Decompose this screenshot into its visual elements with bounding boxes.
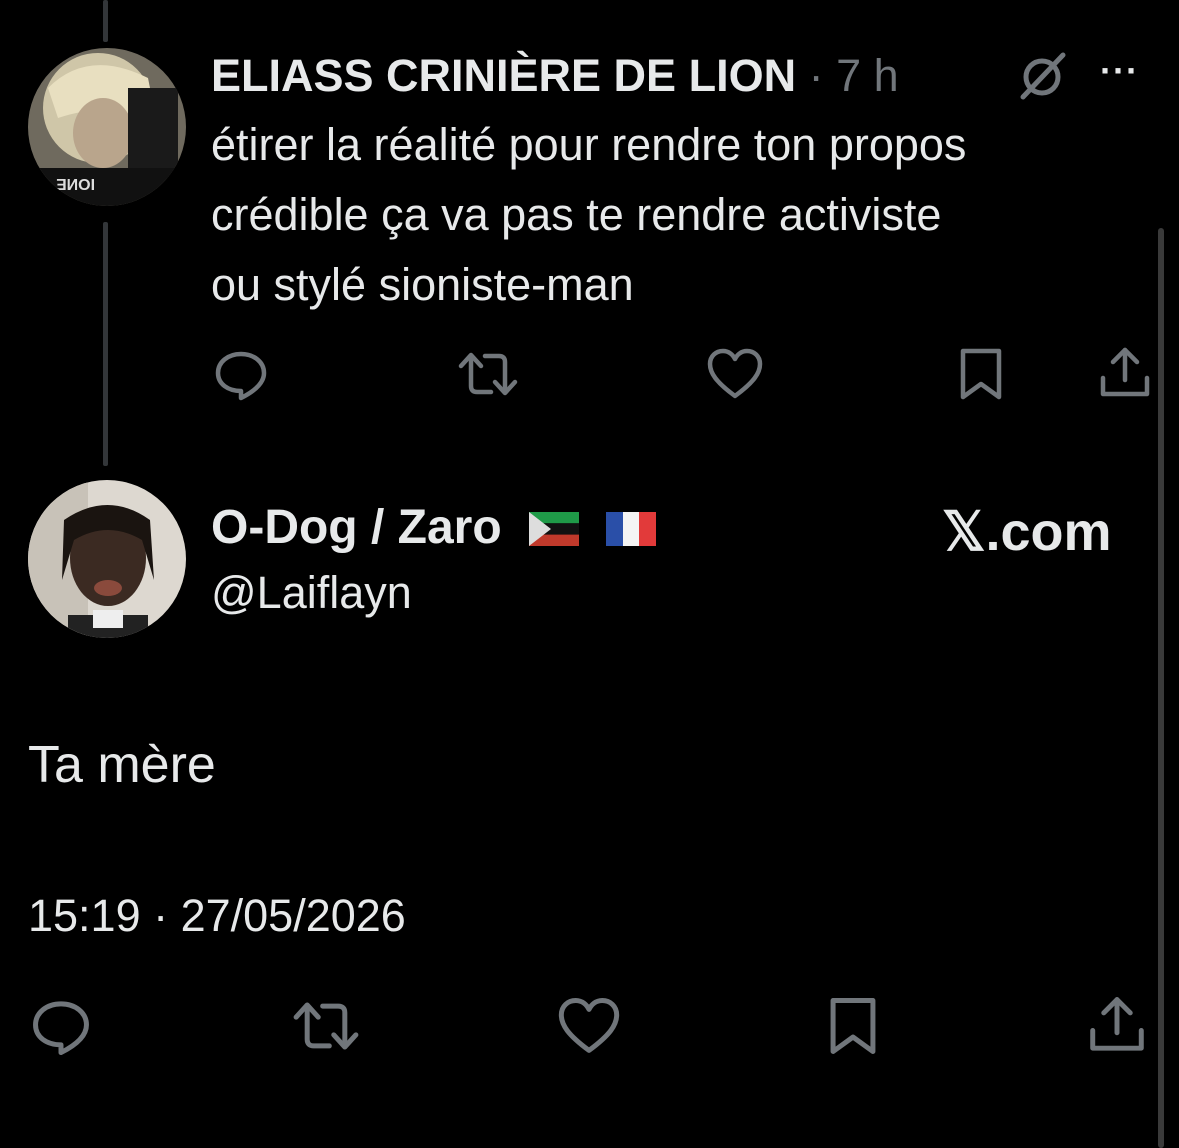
reply-text-line-1: étirer la réalité pour rendre ton propos <box>211 119 967 170</box>
avatar-eliass[interactable]: ƎИOI <box>28 48 186 206</box>
reply-time[interactable]: 7 h <box>836 50 899 101</box>
flag-icon-2 <box>606 503 657 558</box>
more-options-icon[interactable]: ··· <box>1100 50 1139 92</box>
reply-author-name-text[interactable]: ELIASS CRINIÈRE DE LION <box>211 50 796 101</box>
main-author-name-text[interactable]: O-Dog / Zaro <box>211 501 502 554</box>
main-comment-icon[interactable] <box>28 995 94 1057</box>
scrollbar[interactable] <box>1158 228 1164 1148</box>
x-brand-logo: 𝕏.com <box>942 502 1112 562</box>
reply-comment-icon[interactable] <box>213 346 269 402</box>
main-share-icon[interactable] <box>1085 993 1149 1057</box>
main-timestamp[interactable]: 15:19 · 27/05/2026 <box>28 890 406 942</box>
main-author-name[interactable]: O-Dog / Zaro <box>211 500 657 558</box>
thread-line <box>103 222 108 466</box>
reply-separator: · <box>808 50 824 101</box>
svg-text:ƎИOI: ƎИOI <box>56 177 95 194</box>
reply-bookmark-icon[interactable] <box>955 346 1007 402</box>
thread-line-top <box>103 0 108 42</box>
main-like-icon[interactable] <box>555 995 623 1057</box>
grok-icon[interactable] <box>1015 48 1071 104</box>
reply-text-line-3: ou stylé sioniste-man <box>211 259 634 310</box>
main-bookmark-icon[interactable] <box>823 995 883 1057</box>
reply-like-icon[interactable] <box>706 346 764 402</box>
reply-retweet-icon[interactable] <box>455 346 521 402</box>
flag-icon-1 <box>529 503 579 558</box>
reply-share-icon[interactable] <box>1097 344 1153 402</box>
avatar-odog[interactable] <box>28 480 186 638</box>
main-handle[interactable]: @Laiflayn <box>211 567 412 619</box>
main-tweet-text: Ta mère <box>28 736 216 794</box>
reply-text-line-2: crédible ça va pas te rendre activiste <box>211 189 942 240</box>
reply-author-name[interactable]: ELIASS CRINIÈRE DE LION · 7 h <box>211 50 899 102</box>
main-retweet-icon[interactable] <box>288 995 364 1057</box>
